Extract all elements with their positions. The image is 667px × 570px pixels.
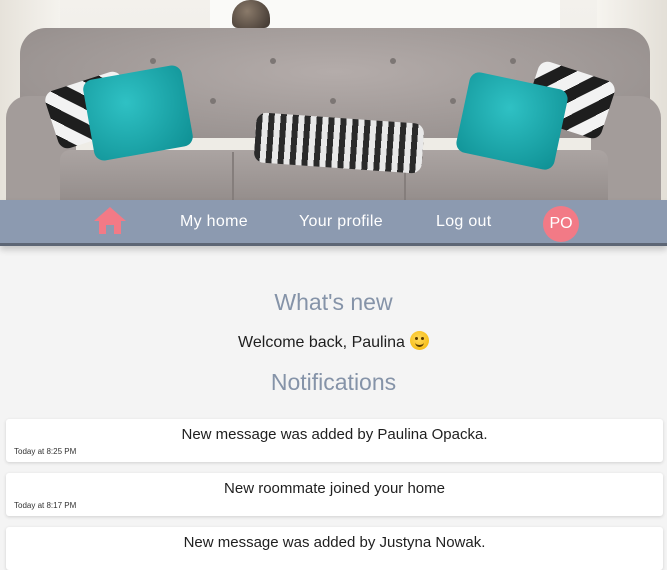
notification-card[interactable]: New roommate joined your home Today at 8… bbox=[6, 473, 663, 516]
smiley-icon bbox=[409, 331, 429, 350]
notification-message: New roommate joined your home bbox=[224, 480, 445, 497]
hero-image bbox=[0, 0, 667, 200]
notification-message: New message was added by Justyna Nowak. bbox=[183, 534, 486, 551]
navbar: My home Your profile Log out PO bbox=[0, 200, 667, 246]
nav-my-home-link[interactable]: My home bbox=[180, 213, 248, 231]
welcome-text: Welcome back, Paulina bbox=[238, 334, 405, 351]
notification-card[interactable]: New message was added by Justyna Nowak. bbox=[6, 527, 663, 570]
avatar[interactable]: PO bbox=[543, 206, 579, 242]
home-icon[interactable] bbox=[93, 205, 129, 237]
nav-log-out-link[interactable]: Log out bbox=[436, 213, 491, 231]
notifications-title: Notifications bbox=[270, 369, 397, 395]
cat bbox=[232, 0, 270, 28]
notification-time: Today at 8:17 PM bbox=[14, 501, 77, 510]
notification-time: Today at 8:25 PM bbox=[14, 447, 77, 456]
notification-message: New message was added by Paulina Opacka. bbox=[181, 426, 488, 443]
welcome-message: Welcome back, Paulina bbox=[0, 331, 667, 352]
whats-new-title: What's new bbox=[274, 289, 393, 315]
pillow-teal bbox=[81, 63, 195, 163]
notification-card[interactable]: New message was added by Paulina Opacka.… bbox=[6, 419, 663, 462]
nav-your-profile-link[interactable]: Your profile bbox=[299, 213, 383, 231]
